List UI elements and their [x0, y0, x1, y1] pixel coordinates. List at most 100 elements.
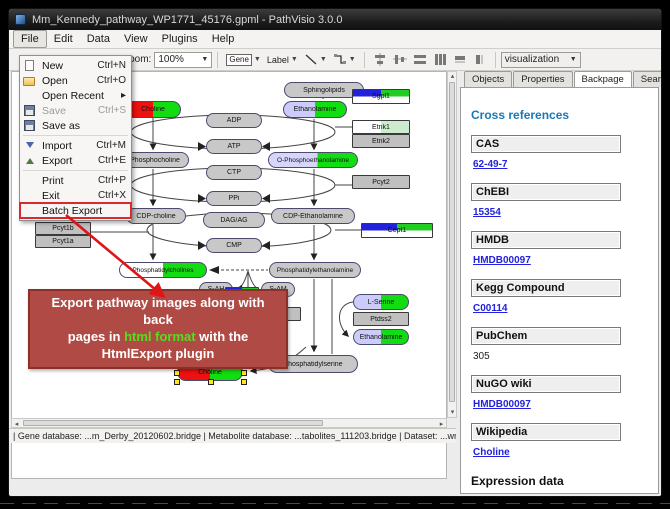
- common-width-icon: [453, 53, 467, 66]
- node-cdp-choline[interactable]: CDP-choline: [126, 208, 186, 224]
- node-ctp[interactable]: CTP: [206, 165, 262, 180]
- align-center-button[interactable]: [370, 52, 390, 67]
- toolbar-separator: [364, 52, 365, 68]
- node-ptdss2[interactable]: Ptdss2: [353, 312, 409, 326]
- line-tool-button[interactable]: ▼: [301, 52, 330, 67]
- menu-plugins[interactable]: Plugins: [155, 31, 205, 47]
- selection-handle[interactable]: [174, 379, 180, 385]
- node-phosphatidylcholines[interactable]: Phosphatidylcholines: [119, 262, 207, 278]
- file-menu-item-export[interactable]: ExportCtrl+E: [20, 153, 131, 168]
- selection-handle[interactable]: [241, 370, 247, 376]
- node-pcyt1a[interactable]: Pcyt1a: [35, 235, 91, 248]
- title-bar[interactable]: Mm_Kennedy_pathway_WP1771_45176.gpml - P…: [9, 9, 661, 30]
- menu-shortcut: Ctrl+S: [98, 105, 126, 116]
- tab-search[interactable]: Search: [633, 71, 662, 87]
- node-cdp-ethanolamine[interactable]: CDP-Ethanolamine: [271, 208, 355, 224]
- node-label: Pcyt1b: [50, 225, 75, 232]
- menu-data[interactable]: Data: [80, 31, 117, 47]
- node-label: Ptdss2: [368, 316, 393, 323]
- menu-shortcut: Ctrl+O: [97, 75, 126, 86]
- xref-source-name: PubChem: [471, 327, 621, 345]
- xref-link[interactable]: HMDB00097: [473, 255, 531, 266]
- node-label: CMP: [224, 242, 244, 249]
- menu-item-label: Export: [42, 155, 98, 167]
- menu-view[interactable]: View: [117, 31, 155, 47]
- node-ethanolamine-top[interactable]: Ethanolamine: [283, 101, 347, 118]
- menu-help[interactable]: Help: [205, 31, 242, 47]
- align-middle-button[interactable]: [390, 52, 410, 67]
- file-menu-item-batch-export[interactable]: Batch Export: [20, 203, 131, 218]
- xref-source-name: CAS: [471, 135, 621, 153]
- common-height-button[interactable]: [470, 52, 490, 67]
- align-center-icon: [373, 53, 387, 66]
- node-pcyt1b[interactable]: Pcyt1b: [35, 222, 91, 235]
- menu-shortcut: Ctrl+P: [98, 175, 126, 186]
- menu-shortcut: Ctrl+M: [96, 140, 126, 151]
- selection-handle[interactable]: [174, 370, 180, 376]
- common-width-button[interactable]: [450, 52, 470, 67]
- horizontal-scrollbar[interactable]: ◂ ▸: [11, 418, 447, 428]
- menu-shortcut: Ctrl+E: [98, 155, 126, 166]
- menu-separator: [23, 135, 128, 136]
- tab-objects[interactable]: Objects: [464, 71, 512, 87]
- app-icon: [15, 14, 26, 25]
- node-sgpl1[interactable]: Sgpl1: [352, 89, 410, 104]
- node-label: ATP: [225, 143, 242, 150]
- file-menu-item-new[interactable]: NewCtrl+N: [20, 58, 131, 73]
- node-adp[interactable]: ADP: [206, 113, 262, 128]
- file-menu-item-open[interactable]: OpenCtrl+O: [20, 73, 131, 88]
- zoom-combobox[interactable]: 100%▼: [154, 52, 212, 68]
- xref-link[interactable]: C00114: [473, 303, 507, 314]
- node-label: Phosphatidylserine: [281, 361, 344, 368]
- xref-source-name: HMDB: [471, 231, 621, 249]
- node-label: Etnk2: [370, 138, 392, 145]
- align-middle-icon: [393, 53, 407, 66]
- node-choline-top[interactable]: Choline: [125, 101, 181, 118]
- window-title: Mm_Kennedy_pathway_WP1771_45176.gpml - P…: [32, 14, 342, 26]
- node-label: Ethanolamine: [358, 334, 405, 341]
- visualization-combobox[interactable]: visualization▼: [501, 52, 581, 68]
- tab-properties[interactable]: Properties: [513, 71, 572, 87]
- selection-handle[interactable]: [208, 379, 214, 385]
- open-folder-icon: [23, 77, 35, 86]
- xref-link[interactable]: Choline: [473, 447, 510, 458]
- distribute-vertical-button[interactable]: [430, 52, 450, 67]
- xref-link[interactable]: 15354: [473, 207, 501, 218]
- node-label: Phosphatidylcholines: [130, 267, 195, 274]
- file-menu-item-save[interactable]: SaveCtrl+S: [20, 103, 131, 118]
- scroll-up-icon[interactable]: ▴: [448, 72, 457, 81]
- node-o-phosphoethanolamine[interactable]: O-Phosphoethanolamine: [268, 152, 358, 168]
- distribute-horizontal-button[interactable]: [410, 52, 430, 67]
- menu-bar: FileEditDataViewPluginsHelp: [9, 30, 661, 49]
- file-menu-item-print[interactable]: PrintCtrl+P: [20, 173, 131, 188]
- node-dag[interactable]: DAG/AG: [203, 212, 265, 228]
- node-ppi[interactable]: PPi: [206, 191, 262, 206]
- callout-highlight: html format: [124, 329, 196, 344]
- node-ethanolamine-bottom[interactable]: Ethanolamine: [353, 329, 409, 345]
- vertical-scrollbar[interactable]: ▴ ▾: [447, 71, 457, 418]
- add-label-button[interactable]: Label▼: [264, 54, 301, 66]
- node-cmp[interactable]: CMP: [206, 238, 262, 253]
- selection-handle[interactable]: [241, 379, 247, 385]
- node-atp[interactable]: ATP: [206, 139, 262, 154]
- xref-link[interactable]: HMDB00097: [473, 399, 531, 410]
- tab-backpage[interactable]: Backpage: [574, 71, 632, 87]
- file-menu-item-open-recent[interactable]: Open Recent▸: [20, 88, 131, 103]
- connector-tool-button[interactable]: ▼: [330, 52, 359, 67]
- file-menu-item-save-as[interactable]: Save as: [20, 118, 131, 133]
- node-etnk1[interactable]: Etnk1: [352, 120, 410, 134]
- node-l-serine[interactable]: L-Serine: [353, 294, 409, 310]
- node-phosphatidylethanolamine[interactable]: Phosphatidylethanolamine: [269, 262, 361, 278]
- node-label: CDP-choline: [134, 213, 177, 220]
- node-label: PPi: [227, 195, 242, 202]
- file-menu-item-exit[interactable]: ExitCtrl+X: [20, 188, 131, 203]
- menu-edit[interactable]: Edit: [47, 31, 80, 47]
- add-gene-button[interactable]: Gene▼: [223, 53, 264, 67]
- node-etnk2[interactable]: Etnk2: [352, 134, 410, 148]
- xref-link[interactable]: 62-49-7: [473, 159, 507, 170]
- node-cept1[interactable]: Cept1: [361, 223, 433, 238]
- file-menu-item-import[interactable]: ImportCtrl+M: [20, 138, 131, 153]
- menu-file[interactable]: File: [13, 30, 47, 48]
- scroll-down-icon[interactable]: ▾: [448, 408, 457, 417]
- node-pcyt2[interactable]: Pcyt2: [352, 175, 410, 189]
